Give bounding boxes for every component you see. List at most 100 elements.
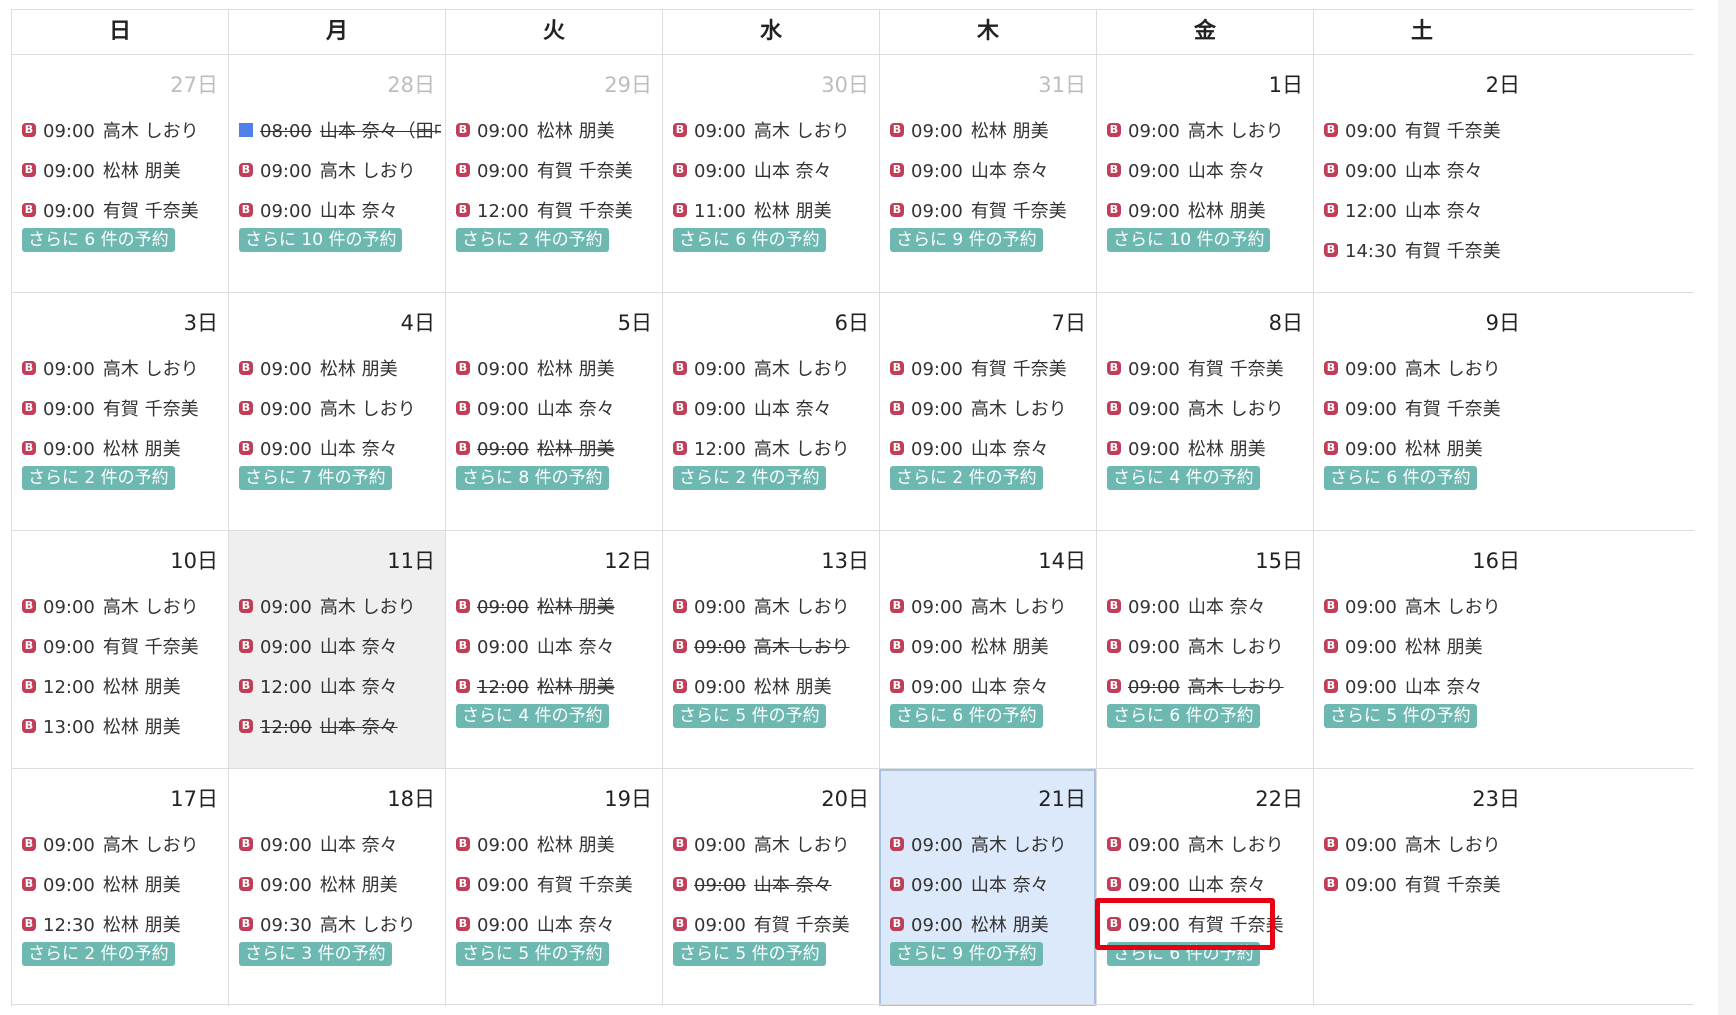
more-bookings-link[interactable]: さらに 6 件の予約 [1107,704,1260,728]
day-cell[interactable]: 20日 B 09:00 高木 しおり B 09:00 山本 奈々 B 09:00 有賀 千奈美 さら… [662,769,879,1006]
day-cell[interactable]: 15日 B 09:00 山本 奈々 B 09:00 高木 しおり B 09:00 高木 しおり さら… [1096,531,1313,768]
booking-event[interactable]: B 09:00 有賀 千奈美 [890,190,1092,230]
booking-event[interactable]: B 09:00 松林 朋美 [22,150,224,190]
more-bookings-link[interactable]: さらに 9 件の予約 [890,942,1043,966]
day-cell[interactable]: 12日 B 09:00 松林 朋美 B 09:00 山本 奈々 B 12:00 松林 朋美 さらに … [445,531,662,768]
booking-event[interactable]: B 09:00 山本 奈々 [456,904,658,944]
booking-event[interactable]: B 09:00 山本 奈々 [890,864,1092,904]
more-bookings-link[interactable]: さらに 7 件の予約 [239,466,392,490]
booking-event[interactable]: B 09:00 山本 奈々 [239,428,441,468]
booking-event[interactable]: B 12:30 松林 朋美 [22,904,224,944]
booking-event[interactable]: B 09:00 山本 奈々 [1107,586,1309,626]
booking-event[interactable]: B 09:00 高木 しおり [1107,666,1309,706]
booking-event[interactable]: B 09:00 松林 朋美 [239,864,441,904]
booking-event[interactable]: B 12:00 有賀 千奈美 [456,190,658,230]
booking-event[interactable]: B 09:00 高木 しおり [1107,110,1309,150]
booking-event[interactable]: B 09:00 高木 しおり [1324,348,1526,388]
more-bookings-link[interactable]: さらに 2 件の予約 [456,228,609,252]
more-bookings-link[interactable]: さらに 5 件の予約 [456,942,609,966]
booking-event[interactable]: B 12:00 山本 奈々 [239,666,441,706]
booking-event[interactable]: B 09:00 山本 奈々 [239,626,441,666]
booking-event[interactable]: B 09:00 松林 朋美 [456,110,658,150]
booking-event[interactable]: B 09:00 高木 しおり [22,586,224,626]
day-cell[interactable]: 23日 B 09:00 高木 しおり B 09:00 有賀 千奈美 [1313,769,1530,1006]
booking-event[interactable]: B 09:00 松林 朋美 [890,110,1092,150]
more-bookings-link[interactable]: さらに 2 件の予約 [22,466,175,490]
booking-event[interactable]: B 09:00 松林 朋美 [1107,190,1309,230]
booking-event[interactable]: B 09:00 松林 朋美 [456,586,658,626]
booking-event[interactable]: B 09:00 高木 しおり [22,348,224,388]
day-cell[interactable]: 22日 B 09:00 高木 しおり B 09:00 山本 奈々 B 09:00 有賀 千奈美 さら… [1096,769,1313,1006]
booking-event[interactable]: B 09:00 有賀 千奈美 [22,388,224,428]
booking-event[interactable]: B 09:00 高木 しおり [1107,824,1309,864]
booking-event[interactable]: B 09:00 高木 しおり [673,586,875,626]
booking-event[interactable]: B 09:00 高木 しおり [890,586,1092,626]
booking-event[interactable]: 08:00 山本 奈々（田中三 [239,110,441,150]
booking-event[interactable]: B 09:00 松林 朋美 [22,864,224,904]
day-cell[interactable]: 21日 B 09:00 高木 しおり B 09:00 山本 奈々 B 09:00 松林 朋美 さらに… [879,769,1096,1006]
more-bookings-link[interactable]: さらに 6 件の予約 [890,704,1043,728]
booking-event[interactable]: B 13:00 松林 朋美 [22,706,224,746]
booking-event[interactable]: B 09:00 高木 しおり [1107,626,1309,666]
booking-event[interactable]: B 12:00 松林 朋美 [22,666,224,706]
more-bookings-link[interactable]: さらに 9 件の予約 [890,228,1043,252]
booking-event[interactable]: B 09:00 山本 奈々 [890,428,1092,468]
booking-event[interactable]: B 09:00 松林 朋美 [1324,428,1526,468]
booking-event[interactable]: B 09:00 山本 奈々 [456,388,658,428]
booking-event[interactable]: B 09:00 松林 朋美 [239,348,441,388]
booking-event[interactable]: B 09:00 高木 しおり [673,348,875,388]
booking-event[interactable]: B 09:00 高木 しおり [673,110,875,150]
more-bookings-link[interactable]: さらに 4 件の予約 [1107,466,1260,490]
booking-event[interactable]: B 09:00 山本 奈々 [673,864,875,904]
booking-event[interactable]: B 09:00 高木 しおり [22,824,224,864]
more-bookings-link[interactable]: さらに 10 件の予約 [239,228,403,252]
day-cell[interactable]: 9日 B 09:00 高木 しおり B 09:00 有賀 千奈美 B 09:00 松林 朋美 さらに… [1313,293,1530,530]
booking-event[interactable]: B 09:00 山本 奈々 [239,824,441,864]
more-bookings-link[interactable]: さらに 5 件の予約 [673,704,826,728]
booking-event[interactable]: B 09:00 有賀 千奈美 [890,348,1092,388]
booking-event[interactable]: B 12:00 山本 奈々 [1324,190,1526,230]
day-cell[interactable]: 31日 B 09:00 松林 朋美 B 09:00 山本 奈々 B 09:00 有賀 千奈美 さらに… [879,55,1096,292]
more-bookings-link[interactable]: さらに 6 件の予約 [1324,466,1477,490]
more-bookings-link[interactable]: さらに 6 件の予約 [673,228,826,252]
more-bookings-link[interactable]: さらに 2 件の予約 [22,942,175,966]
booking-event[interactable]: B 09:00 山本 奈々 [1324,150,1526,190]
booking-event[interactable]: B 09:00 高木 しおり [1107,388,1309,428]
scrollbar-track[interactable] [1718,0,1736,1015]
booking-event[interactable]: B 09:00 有賀 千奈美 [1107,348,1309,388]
booking-event[interactable]: B 09:00 有賀 千奈美 [456,864,658,904]
booking-event[interactable]: B 09:00 松林 朋美 [1107,428,1309,468]
day-cell[interactable]: 27日 B 09:00 高木 しおり B 09:00 松林 朋美 B 09:00 有賀 千奈美 さら… [11,55,228,292]
day-cell[interactable]: 16日 B 09:00 高木 しおり B 09:00 松林 朋美 B 09:00 山本 奈々 さらに… [1313,531,1530,768]
day-cell[interactable]: 18日 B 09:00 山本 奈々 B 09:00 松林 朋美 B 09:30 高木 しおり さらに… [228,769,445,1006]
booking-event[interactable]: B 09:00 有賀 千奈美 [22,190,224,230]
booking-event[interactable]: B 09:00 有賀 千奈美 [22,626,224,666]
booking-event[interactable]: B 09:00 高木 しおり [239,586,441,626]
booking-event[interactable]: B 12:00 松林 朋美 [456,666,658,706]
booking-event[interactable]: B 09:00 山本 奈々 [1107,150,1309,190]
booking-event[interactable]: B 09:00 山本 奈々 [1107,864,1309,904]
booking-event[interactable]: B 12:00 高木 しおり [673,428,875,468]
booking-event[interactable]: B 09:00 高木 しおり [239,388,441,428]
booking-event[interactable]: B 09:00 山本 奈々 [456,626,658,666]
booking-event[interactable]: B 09:00 松林 朋美 [890,626,1092,666]
booking-event[interactable]: B 09:00 松林 朋美 [456,824,658,864]
day-cell[interactable]: 7日 B 09:00 有賀 千奈美 B 09:00 高木 しおり B 09:00 山本 奈々 さらに… [879,293,1096,530]
booking-event[interactable]: B 09:00 松林 朋美 [1324,626,1526,666]
day-cell[interactable]: 28日 08:00 山本 奈々（田中三 B 09:00 高木 しおり B 09:00 山本 奈々… [228,55,445,292]
booking-event[interactable]: B 14:30 有賀 千奈美 [1324,230,1526,270]
booking-event[interactable]: B 09:00 高木 しおり [673,626,875,666]
booking-event[interactable]: B 09:00 高木 しおり [673,824,875,864]
booking-event[interactable]: B 11:00 松林 朋美 [673,190,875,230]
booking-event[interactable]: B 09:00 有賀 千奈美 [1107,904,1309,944]
booking-event[interactable]: B 09:00 高木 しおり [22,110,224,150]
booking-event[interactable]: B 09:00 高木 しおり [890,388,1092,428]
more-bookings-link[interactable]: さらに 6 件の予約 [1107,942,1260,966]
day-cell[interactable]: 11日 B 09:00 高木 しおり B 09:00 山本 奈々 B 12:00 山本 奈々 B 12… [228,531,445,768]
booking-event[interactable]: B 09:00 松林 朋美 [673,666,875,706]
day-cell[interactable]: 1日 B 09:00 高木 しおり B 09:00 山本 奈々 B 09:00 松林 朋美 さらに … [1096,55,1313,292]
day-cell[interactable]: 8日 B 09:00 有賀 千奈美 B 09:00 高木 しおり B 09:00 松林 朋美 さらに… [1096,293,1313,530]
day-cell[interactable]: 17日 B 09:00 高木 しおり B 09:00 松林 朋美 B 12:30 松林 朋美 さらに… [11,769,228,1006]
day-cell[interactable]: 2日 B 09:00 有賀 千奈美 B 09:00 山本 奈々 B 12:00 山本 奈々 B 14:… [1313,55,1530,292]
booking-event[interactable]: B 09:00 山本 奈々 [890,150,1092,190]
